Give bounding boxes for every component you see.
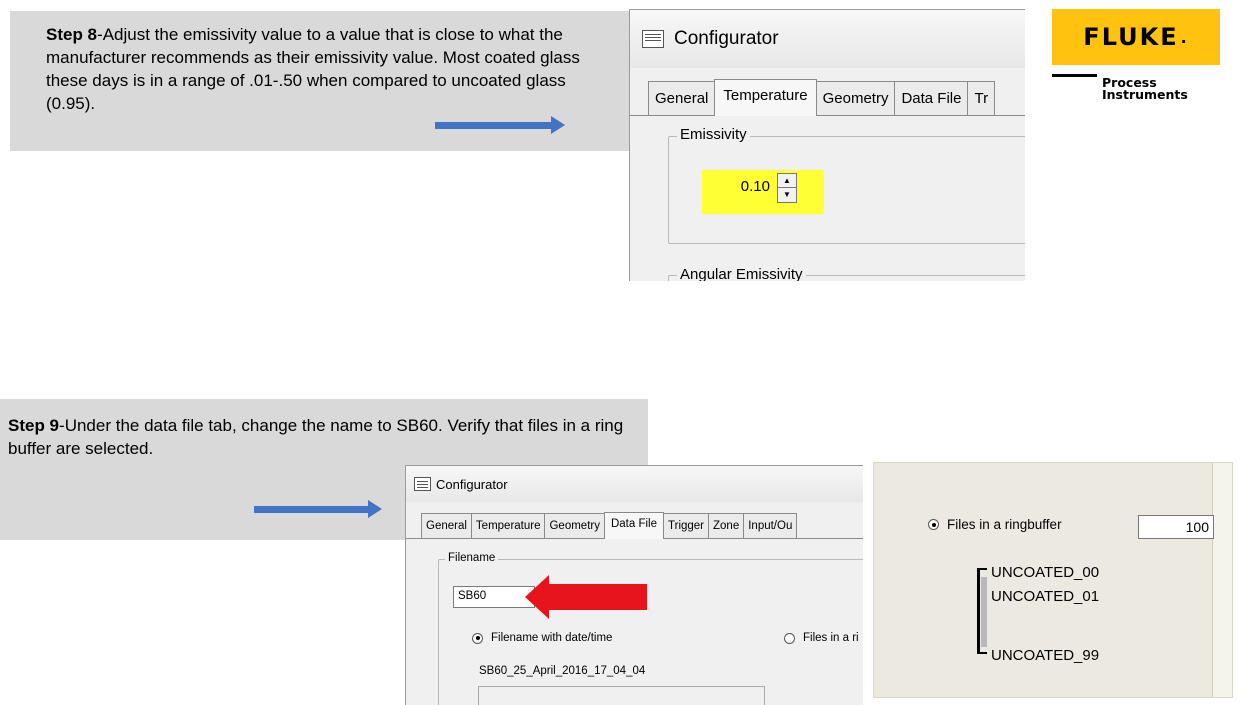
- filename-input[interactable]: SB60: [453, 586, 535, 608]
- radio-unselected-icon[interactable]: [784, 632, 795, 644]
- tab-geometry[interactable]: Geometry: [544, 513, 605, 538]
- step-8-label: Step 8: [46, 25, 98, 44]
- tab-data-file[interactable]: Data File: [894, 81, 969, 115]
- title-bar: Configurator: [406, 466, 863, 502]
- tab-general[interactable]: General: [421, 513, 472, 538]
- ringbuffer-count-input[interactable]: 100: [1138, 515, 1214, 539]
- logo-subtitle: Process Instruments: [1102, 76, 1188, 102]
- logo-rule: [1052, 74, 1097, 77]
- tab-temperature[interactable]: Temperature: [470, 513, 546, 538]
- ringbuffer-label: Files in a ringbuffer: [947, 517, 1062, 532]
- window-title: Configurator: [674, 28, 779, 49]
- ring-bracket-icon: [977, 568, 987, 654]
- fluke-mark: .: [1180, 27, 1189, 47]
- window-icon: [642, 30, 664, 48]
- tab-bar: General Temperature Geometry Data File T…: [630, 72, 1025, 116]
- radio-files-ringbuffer[interactable]: Files in a ri: [784, 632, 859, 644]
- ring-item: UNCOATED_99: [991, 647, 1100, 664]
- blue-arrow-icon: [435, 116, 565, 134]
- logo-sub-line-2: Instruments: [1102, 87, 1188, 102]
- radio-selected-icon[interactable]: [472, 632, 483, 644]
- filename-legend: Filename: [445, 552, 499, 564]
- tab-data-file[interactable]: Data File: [603, 512, 665, 539]
- spin-up-icon[interactable]: ▲: [778, 174, 796, 188]
- step-9-text: -Under the data file tab, change the nam…: [8, 416, 624, 458]
- tab-geometry[interactable]: Geometry: [815, 81, 896, 115]
- step-8-text: -Adjust the emissivity value to a value …: [46, 25, 580, 113]
- angular-emissivity-group: Angular Emissivity: [668, 266, 1025, 281]
- fluke-brand: FLUKE: [1083, 23, 1179, 51]
- emissivity-value[interactable]: 0.10: [734, 178, 770, 195]
- radio-filename-datetime[interactable]: Filename with date/time: [472, 632, 612, 644]
- window-title: Configurator: [436, 476, 508, 492]
- window-icon: [414, 477, 431, 491]
- tab-general[interactable]: General: [648, 81, 716, 115]
- step-9-label: Step 9: [8, 416, 60, 435]
- filename-preview: SB60_25_April_2016_17_04_04: [479, 665, 646, 677]
- configurator-window-temperature: Configurator General Temperature Geometr…: [629, 9, 1025, 281]
- radio-datetime-label: Filename with date/time: [491, 632, 613, 644]
- tab-trigger[interactable]: Trigger: [663, 513, 710, 538]
- tab-input-output[interactable]: Input/Ou: [743, 513, 798, 538]
- title-bar: Configurator: [630, 10, 1025, 68]
- emissivity-legend: Emissivity: [677, 126, 750, 143]
- spin-down-icon[interactable]: ▼: [778, 188, 796, 202]
- fluke-logo-bar: FLUKE.: [1052, 9, 1220, 65]
- fluke-logo: FLUKE. Process Instruments: [1052, 9, 1232, 109]
- tab-zone[interactable]: Zone: [708, 513, 745, 538]
- angular-emissivity-legend: Angular Emissivity: [677, 266, 806, 281]
- radio-ring-label: Files in a ri: [803, 632, 859, 644]
- step-8-instruction: Step 8-Adjust the emissivity value to a …: [10, 11, 632, 151]
- red-arrow-icon: [525, 575, 647, 619]
- tab-bar: General Temperature Geometry Data File T…: [406, 507, 863, 539]
- ring-item: UNCOATED_01: [991, 588, 1100, 605]
- emissivity-spinner[interactable]: ▲ ▼: [777, 173, 797, 203]
- ring-item: UNCOATED_00: [991, 564, 1100, 581]
- ringbuffer-zoom-panel: Files in a ringbuffer 100 UNCOATED_00 UN…: [873, 462, 1233, 698]
- tab-truncated[interactable]: Tr: [967, 81, 996, 115]
- panel-edge: [1212, 463, 1232, 697]
- filename-preview-box: [478, 686, 765, 705]
- tab-temperature[interactable]: Temperature: [714, 79, 817, 116]
- blue-arrow-icon: [254, 500, 382, 518]
- radio-files-ringbuffer-zoom[interactable]: Files in a ringbuffer: [928, 517, 1062, 532]
- radio-selected-icon[interactable]: [928, 519, 939, 530]
